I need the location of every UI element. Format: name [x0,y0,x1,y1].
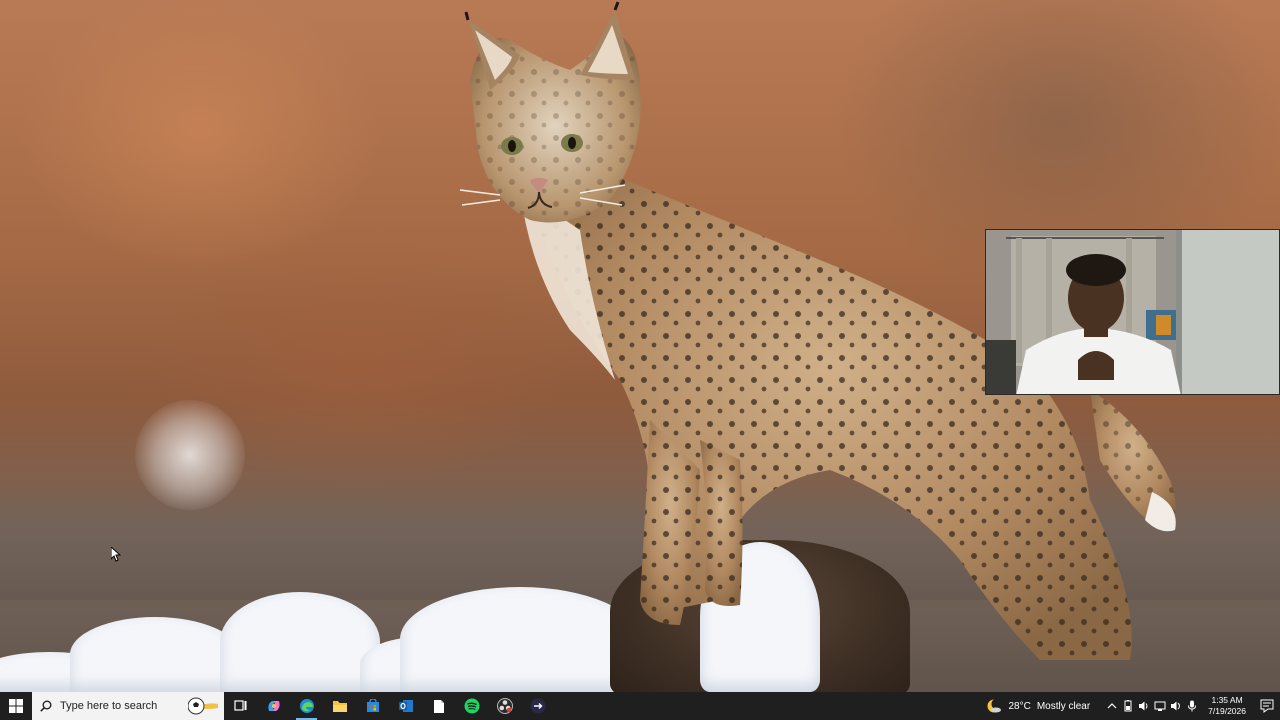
webcam-overlay-person [986,230,1279,394]
speaker-icon [1139,701,1148,711]
tray-speaker[interactable] [1168,692,1184,720]
wallpaper-snow [220,592,380,692]
notification-center-button[interactable] [1254,692,1280,720]
notification-icon [1260,699,1274,713]
spotify-icon [464,698,479,714]
desktop: Type here to search 28°C Mostly clear 1:… [0,0,1280,720]
taskbar-notepad[interactable] [422,692,455,720]
battery-icon [1124,700,1132,712]
wallpaper-snow [70,617,240,692]
chevron-up-icon [1107,703,1117,709]
taskbar-outlook[interactable] [389,692,422,720]
clock-time: 1:35 AM [1211,695,1243,705]
weather-widget[interactable]: 28°C Mostly clear [980,698,1096,714]
taskbar-spotify[interactable] [455,692,488,720]
search-icon [40,700,52,712]
webcam-overlay[interactable] [985,229,1280,395]
taskbar: Type here to search 28°C Mostly clear 1:… [0,692,1280,720]
taskbar-task-view[interactable] [224,692,257,720]
mouse-pointer-icon [111,547,121,562]
clock-date: 7/19/2026 [1208,706,1246,716]
taskbar-search-box[interactable]: Type here to search [32,692,224,720]
file-icon [433,699,444,713]
taskbar-store[interactable] [356,692,389,720]
show-hidden-icons-button[interactable] [1104,692,1120,720]
obs-icon [496,698,513,714]
taskbar-file-explorer[interactable] [323,692,356,720]
tray-battery[interactable] [1120,692,1136,720]
wallpaper-background-blob [135,400,245,510]
soccer-ball-icon [188,697,218,715]
windows-logo-icon [9,699,23,713]
start-button[interactable] [0,692,32,720]
weather-temperature: 28°C [1008,700,1031,712]
network-icon [1154,701,1166,711]
volume-icon [1171,701,1181,711]
taskbar-copilot[interactable] [257,692,290,720]
task-view-icon [233,700,246,711]
copilot-icon [267,701,280,711]
tray-microphone[interactable] [1184,692,1200,720]
microphone-icon [1188,700,1197,712]
folder-icon [332,701,347,712]
taskbar-obs[interactable] [488,692,521,720]
outlook-icon [398,700,413,712]
moon-icon [987,698,1003,713]
system-tray: 28°C Mostly clear 1:35 AM 7/19/2026 [980,692,1280,720]
store-icon [366,699,379,712]
taskbar-app[interactable] [521,692,554,720]
search-placeholder: Type here to search [60,700,158,712]
edge-icon [299,699,314,713]
tray-network[interactable] [1152,692,1168,720]
app-icon [530,698,545,714]
taskbar-edge[interactable] [290,692,323,720]
weather-condition: Mostly clear [1036,700,1091,712]
taskbar-clock[interactable]: 1:35 AM 7/19/2026 [1200,695,1254,717]
tray-volume[interactable] [1136,692,1152,720]
